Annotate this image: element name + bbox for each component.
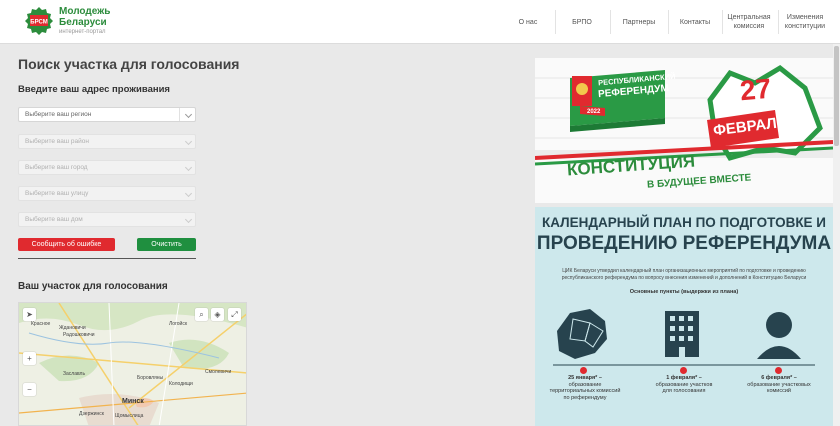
- map-label: Красное: [31, 321, 51, 327]
- nav-label: конституции: [784, 23, 826, 30]
- street-select[interactable]: Выберите ваш улицу: [18, 186, 196, 201]
- calendar-item-date: 25 января* –: [568, 375, 602, 381]
- map-label: Смолевичи: [205, 369, 232, 375]
- polling-station-map[interactable]: ➤ + − ⌕ ◈ ⤢ Красное Ждановичи Логойск Ра…: [18, 302, 247, 426]
- nav-item-brpo[interactable]: БРПО: [560, 0, 604, 44]
- referendum-banner[interactable]: РЕСПУБЛИКАНСКИЙ РЕФЕРЕНДУМ 2022 27 ФЕВРА…: [535, 58, 833, 203]
- calendar-icons: [553, 309, 815, 366]
- nav-divider: [778, 10, 779, 34]
- chevron-down-icon: [179, 187, 195, 200]
- nav-item-partners[interactable]: Партнеры: [614, 0, 664, 44]
- city-select[interactable]: Выберите ваш город: [18, 160, 196, 175]
- map-label: Логойск: [169, 321, 188, 327]
- map-city-label: Минск: [122, 398, 144, 405]
- brand-line1: Молодежь: [59, 6, 111, 17]
- nav-label: Центральная: [727, 14, 771, 21]
- nav-label: Контакты: [679, 18, 711, 26]
- belarus-map-icon: [557, 309, 607, 359]
- calendar-points-title: Основные пункты (выдержки из плана): [629, 289, 739, 295]
- brand-name[interactable]: Молодежь Беларуси интернет-портал: [59, 6, 110, 36]
- address-subtitle: Введите ваш адрес проживания: [18, 84, 170, 95]
- map-label: Радошковичи: [63, 332, 95, 338]
- nav-label: Изменения: [786, 14, 824, 21]
- search-icon[interactable]: ⌕: [195, 308, 208, 321]
- timeline-dot: [775, 367, 782, 374]
- timeline-dot: [580, 367, 587, 374]
- calendar-title-line2: ПРОВЕДЕНИЮ РЕФЕРЕНДУМА: [536, 233, 832, 254]
- chevron-down-icon: [179, 135, 195, 148]
- nav-label: О нас: [518, 18, 538, 26]
- logo-text: БРСМ: [30, 20, 47, 26]
- nav-item-contacts[interactable]: Контакты: [672, 0, 718, 44]
- calendar-item-date: 1 февраля* –: [666, 375, 702, 381]
- nav-divider: [610, 10, 611, 34]
- region-select-value: Выберите ваш регион: [25, 111, 92, 118]
- calendar-title-line1: КАЛЕНДАРНЫЙ ПЛАН ПО ПОДГОТОВКЕ И: [541, 215, 827, 230]
- timeline-dot: [680, 367, 687, 374]
- map-label: Заславль: [63, 371, 86, 377]
- page-scrollbar[interactable]: [833, 44, 840, 426]
- zoom-out-button[interactable]: −: [23, 383, 36, 396]
- map-tiles: [19, 303, 246, 425]
- report-error-button[interactable]: Сообщить об ошибке: [18, 238, 115, 251]
- calendar-item-text: комиссий: [766, 388, 792, 394]
- map-label: Боровляны: [137, 375, 164, 381]
- polling-station-title: Ваш участок для голосования: [18, 281, 168, 292]
- map-label: Дзержинск: [79, 411, 104, 417]
- brsm-logo[interactable]: БРСМ: [23, 6, 55, 36]
- clear-button[interactable]: Очистить: [137, 238, 196, 251]
- fullscreen-icon[interactable]: ⤢: [228, 308, 241, 321]
- chevron-down-icon: [179, 108, 195, 121]
- divider: [18, 258, 196, 259]
- chevron-down-icon: [179, 213, 195, 226]
- nav-label: Партнеры: [622, 18, 656, 26]
- house-select[interactable]: Выберите ваш дом: [18, 212, 196, 227]
- scrollbar-thumb[interactable]: [834, 46, 839, 146]
- calendar-item-date: 6 февраля* –: [761, 375, 797, 381]
- nav-divider: [722, 10, 723, 34]
- calendar-item-text: для голосования: [662, 388, 706, 394]
- calendar-item: 25 января* – образование территориальных…: [540, 375, 630, 401]
- nav-divider: [668, 10, 669, 34]
- calendar-item: 1 февраля* – образование участков для го…: [639, 375, 729, 395]
- badge-year: 2022: [587, 109, 601, 115]
- people-icon: [766, 312, 792, 338]
- nav-label: БРПО: [572, 18, 592, 26]
- zoom-in-button[interactable]: +: [23, 352, 36, 365]
- calendar-intro-line2: республиканского референдума по вопросу …: [561, 275, 807, 281]
- house-select-value: Выберите ваш дом: [25, 216, 83, 223]
- brand-tagline: интернет-портал: [59, 29, 106, 35]
- nav-divider: [555, 10, 556, 34]
- map-label: Щомыслица: [115, 413, 144, 419]
- calendar-item-text: по референдуму: [563, 394, 607, 401]
- region-select[interactable]: Выберите ваш регион: [18, 107, 196, 122]
- nav-item-central-commission[interactable]: Центральная комиссия: [725, 0, 773, 44]
- nav-item-about[interactable]: О нас: [508, 0, 548, 44]
- layers-icon[interactable]: ◈: [211, 308, 224, 321]
- street-select-value: Выберите ваш улицу: [25, 190, 89, 197]
- calendar-item: 6 февраля* – образование участковых коми…: [734, 375, 824, 395]
- locate-icon[interactable]: ➤: [23, 308, 36, 321]
- page-title: Поиск участка для голосования: [18, 56, 240, 72]
- map-label: Ждановичи: [59, 325, 86, 331]
- date-number: 27: [738, 72, 773, 107]
- map-label: Колодищи: [169, 381, 193, 387]
- brand-line2: Беларуси: [59, 17, 107, 28]
- nav-item-constitution-changes[interactable]: Изменения конституции: [781, 0, 829, 44]
- site-header: БРСМ Молодежь Беларуси интернет-портал О…: [0, 0, 840, 44]
- nav-label: комиссия: [733, 23, 765, 30]
- calendar-plan-banner[interactable]: КАЛЕНДАРНЫЙ ПЛАН ПО ПОДГОТОВКЕ И ПРОВЕДЕ…: [535, 207, 833, 426]
- district-select[interactable]: Выберите ваш район: [18, 134, 196, 149]
- calendar-intro-line1: ЦИК Беларуси утвердил календарный план о…: [562, 268, 806, 274]
- chevron-down-icon: [179, 161, 195, 174]
- district-select-value: Выберите ваш район: [25, 138, 89, 145]
- city-select-value: Выберите ваш город: [25, 164, 88, 171]
- calendar-item-text: территориальных комиссий: [549, 388, 621, 394]
